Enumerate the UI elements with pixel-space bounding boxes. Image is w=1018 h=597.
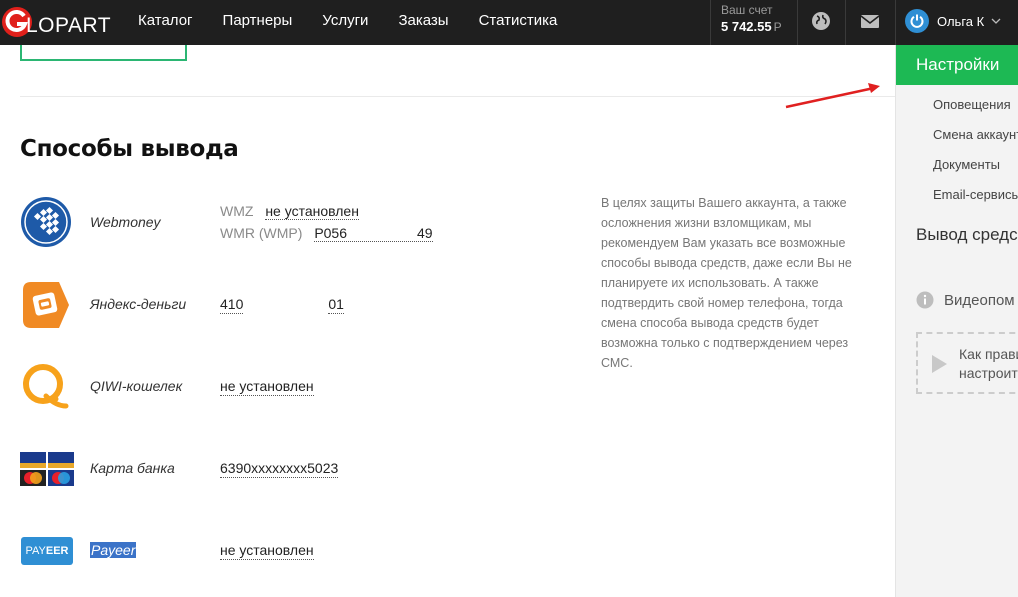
wmr-label: WMR (WMP) [220,225,303,241]
payeer-logo-text-a: PAY [25,545,46,557]
sidebar-item-change-account[interactable]: Смена аккаунт [933,127,1018,142]
mail-icon[interactable] [859,10,881,32]
balance-amount: 5 742.55 [721,19,772,34]
nav-services[interactable]: Услуги [307,0,383,45]
bank-cards-icon [20,452,74,486]
top-navigation-bar: LOPART Каталог Партнеры Услуги Заказы Ст… [0,0,1018,45]
payeer-icon: PAYEER [21,537,73,565]
user-name: Ольга К [937,13,985,29]
nav-divider [895,0,896,45]
glopart-logo[interactable]: LOPART [0,4,112,40]
card-value-text: 6390xxxxxxxx5023 [220,460,339,478]
sidebar-item-settings[interactable]: Настройки [896,45,1018,85]
sidebar-item-email-services[interactable]: Email-сервисы [933,187,1018,202]
nav-statistics[interactable]: Статистика [464,0,573,45]
yandex-money-icon [23,282,69,328]
wmz-label: WMZ [220,203,254,219]
play-icon [932,355,947,373]
account-balance[interactable]: Ваш счет 5 742.55 Р [721,3,796,37]
method-name-webmoney: Webmoney [90,214,161,230]
webmoney-wmz-row: WMZ не установлен [220,203,359,220]
wmz-value[interactable]: не установлен [265,203,359,220]
payeer-logo-text-b: EER [45,545,69,557]
card-value[interactable]: 6390xxxxxxxx5023 [220,460,339,478]
settings-sidebar: Настройки Оповещения Смена аккаунт Докум… [895,45,1018,597]
yandex-value-end: 01 [328,296,344,314]
sidebar-heading-withdrawal: Вывод средс [916,225,1018,244]
webmoney-icon [21,197,71,247]
payeer-value-text: не установлен [220,542,314,560]
qiwi-value-text: не установлен [220,378,314,396]
sidebar-item-notifications[interactable]: Оповещения [933,97,1011,112]
nav-partners[interactable]: Партнеры [208,0,308,45]
wmr-value-end: 49 [417,225,433,241]
qiwi-icon [23,364,69,409]
qiwi-value[interactable]: не установлен [220,378,314,396]
page-title: Способы вывода [20,136,239,162]
wmr-value-start: P056 [314,225,348,241]
currency-sign: Р [773,20,782,34]
method-name-qiwi: QIWI-кошелек [90,378,183,394]
video-help[interactable]: Видеопом [916,291,1015,309]
yandex-value-start: 410 [220,296,244,314]
video-tutorial-link[interactable]: Как прави настроить [916,332,1018,394]
section-divider [20,96,895,97]
method-name-card: Карта банка [90,460,175,476]
nav-divider [797,0,798,45]
wmr-value[interactable]: P056 49 [314,225,433,242]
payeer-name-text: Payeer [90,542,137,558]
video-text-line-1: Как прави [959,346,1018,362]
account-value: 5 742.55 Р [721,17,796,37]
red-arrow-annotation [785,83,880,109]
power-icon [905,9,929,33]
nav-divider [710,0,711,45]
webmoney-wmr-row: WMR (WMP) P056 49 [220,225,433,242]
sidebar-item-documents[interactable]: Документы [933,157,1000,172]
globe-icon[interactable] [810,10,832,32]
green-outline-button[interactable] [20,45,187,61]
video-text-line-2: настроить [959,365,1018,381]
security-note: В целях защиты Вашего аккаунта, а также … [601,196,852,370]
account-label: Ваш счет [721,3,773,17]
nav-divider [845,0,846,45]
video-help-label: Видеопом [944,291,1015,309]
user-menu[interactable]: Ольга К [905,9,1001,33]
nav-orders[interactable]: Заказы [383,0,463,45]
payeer-value[interactable]: не установлен [220,542,314,560]
info-icon [916,291,934,309]
chevron-down-icon [991,18,1001,24]
nav-catalog[interactable]: Каталог [123,0,208,45]
main-nav: Каталог Партнеры Услуги Заказы Статистик… [123,0,572,45]
yandex-value[interactable]: 410 01 [220,296,344,314]
video-tutorial-text: Как прави настроить [959,345,1018,383]
logo-text: LOPART [26,14,112,37]
method-name-payeer: Payeer [90,542,137,558]
method-name-yandex: Яндекс-деньги [90,296,187,312]
